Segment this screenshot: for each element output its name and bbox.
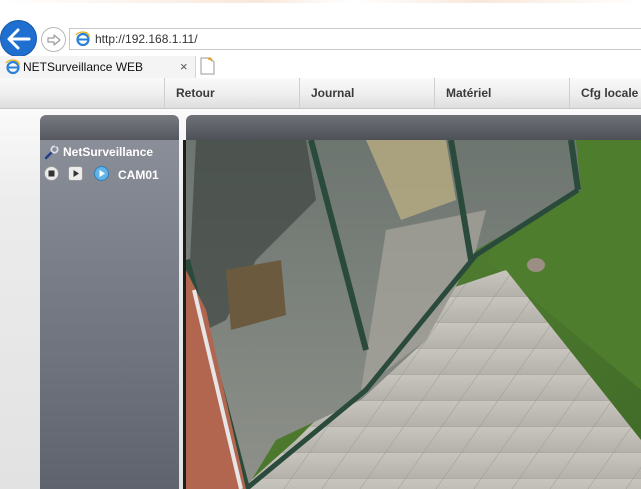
camera-label[interactable]: CAM01 xyxy=(118,168,159,182)
menu-bar: Retour Journal Matériel Cfg locale xyxy=(0,78,641,109)
tab-close-icon[interactable]: × xyxy=(180,59,188,74)
ie-logo-icon xyxy=(75,31,91,52)
camera-row: CAM01 xyxy=(44,166,174,184)
device-panel: NetSurveillance CAM01 xyxy=(40,140,179,489)
url-text[interactable]: http://192.168.1.11/ xyxy=(95,32,198,46)
menu-item-cfg-locale[interactable]: Cfg locale xyxy=(569,78,641,109)
video-panel-header xyxy=(186,115,641,142)
back-arrow-icon xyxy=(7,28,31,50)
forward-arrow-icon xyxy=(47,34,61,46)
browser-tab[interactable]: NETSurveillance WEB × xyxy=(0,56,196,78)
tab-title: NETSurveillance WEB xyxy=(23,60,144,74)
menu-item-materiel[interactable]: Matériel xyxy=(434,78,569,109)
stop-button[interactable] xyxy=(44,166,59,181)
menu-item-retour[interactable]: Retour xyxy=(164,78,299,109)
back-button[interactable] xyxy=(0,20,37,57)
menu-item-journal[interactable]: Journal xyxy=(299,78,434,109)
wrench-icon xyxy=(44,144,59,160)
stop-icon xyxy=(48,170,55,177)
forward-button[interactable] xyxy=(41,27,66,52)
web-page: Retour Journal Matériel Cfg locale NetSu… xyxy=(0,78,641,489)
play-icon xyxy=(73,170,79,177)
device-panel-header xyxy=(40,115,179,142)
address-bar[interactable]: http://192.168.1.11/ xyxy=(69,28,641,50)
live-play-icon xyxy=(99,170,105,177)
window-top-edge xyxy=(0,0,641,3)
tab-favicon-icon xyxy=(5,59,21,80)
video-feed[interactable] xyxy=(183,140,641,489)
browser-toolbar: http://192.168.1.11/ NETSurveillance WEB… xyxy=(0,0,641,78)
camera-feed-image xyxy=(186,140,641,489)
new-tab-icon[interactable] xyxy=(200,57,216,75)
play-button[interactable] xyxy=(68,166,83,181)
device-tree-root-label: NetSurveillance xyxy=(63,145,154,159)
live-play-button[interactable] xyxy=(94,166,109,181)
